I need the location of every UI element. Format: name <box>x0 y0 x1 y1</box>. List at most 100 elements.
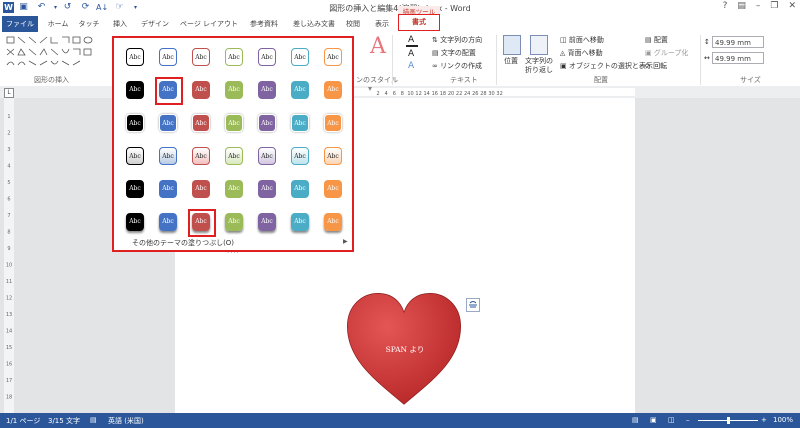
read-mode-icon[interactable]: ▤ <box>632 416 639 424</box>
zoom-level[interactable]: 100% <box>773 416 793 424</box>
tab-mailings[interactable]: 差し込み文書 <box>286 16 342 32</box>
ruler-tick-label: 14 <box>424 91 430 97</box>
style-swatch[interactable]: Abc <box>225 48 243 66</box>
ribbon-display-icon[interactable]: ▤ <box>737 1 746 11</box>
style-swatch[interactable]: Abc <box>225 180 243 198</box>
style-swatch[interactable]: Abc <box>258 114 276 132</box>
style-swatch[interactable]: Abc <box>192 48 210 66</box>
tab-design[interactable]: デザイン <box>136 16 174 32</box>
text-effects-icon[interactable]: A <box>408 61 414 71</box>
style-swatch[interactable]: Abc <box>192 81 210 99</box>
text-direction-button[interactable]: ⇅ 文字列の方向 <box>432 35 482 45</box>
style-swatch[interactable]: Abc <box>159 114 177 132</box>
text-outline-icon[interactable]: A <box>408 49 414 59</box>
bring-forward-label: 前面へ移動 <box>568 36 604 44</box>
group-button[interactable]: ▣ グループ化 <box>645 48 688 58</box>
style-swatch[interactable]: Abc <box>225 114 243 132</box>
style-swatch[interactable]: Abc <box>159 48 177 66</box>
style-swatch[interactable]: Abc <box>159 180 177 198</box>
style-swatch[interactable]: Abc <box>192 180 210 198</box>
tab-touch[interactable]: タッチ <box>74 16 104 32</box>
tab-insert[interactable]: 挿入 <box>106 16 134 32</box>
style-swatch[interactable]: Abc <box>159 213 177 231</box>
tab-review[interactable]: 校閲 <box>340 16 366 32</box>
style-swatch[interactable]: Abc <box>258 81 276 99</box>
print-layout-icon[interactable]: ▣ <box>650 416 657 424</box>
style-swatch[interactable]: Abc <box>291 180 309 198</box>
layout-options-icon[interactable] <box>466 298 480 312</box>
style-swatch[interactable]: Abc <box>192 147 210 165</box>
wrap-text-icon[interactable] <box>530 35 548 55</box>
tab-references[interactable]: 参考資料 <box>244 16 284 32</box>
tab-format[interactable]: 書式 <box>398 14 440 31</box>
style-swatch[interactable]: Abc <box>258 147 276 165</box>
resize-grip-icon[interactable]: .... <box>227 247 240 255</box>
style-swatch[interactable]: Abc <box>324 48 342 66</box>
zoom-slider-thumb[interactable] <box>727 417 730 424</box>
tab-home[interactable]: ホーム <box>40 16 76 32</box>
style-swatch[interactable]: Abc <box>258 213 276 231</box>
style-swatch[interactable]: Abc <box>324 213 342 231</box>
ribbon-separator <box>496 35 497 85</box>
style-swatch[interactable]: Abc <box>291 213 309 231</box>
close-icon[interactable]: ✕ <box>788 1 796 11</box>
wrap-text-button-2[interactable]: 折り返し <box>525 65 553 75</box>
rotate-button[interactable]: ⟳ 回転 <box>645 61 667 71</box>
style-swatch[interactable]: Abc <box>126 48 144 66</box>
style-swatch[interactable]: Abc <box>291 81 309 99</box>
more-theme-fills-item[interactable]: その他のテーマの塗りつぶし(O) <box>132 238 234 248</box>
style-swatch[interactable]: Abc <box>126 180 144 198</box>
style-swatch[interactable]: Abc <box>225 147 243 165</box>
layout-options-glyph <box>469 301 477 308</box>
tab-file[interactable]: ファイル <box>2 16 38 32</box>
bring-forward-button[interactable]: ◫ 前面へ移動 <box>560 35 604 45</box>
style-swatch[interactable]: Abc <box>126 114 144 132</box>
vruler-tick-label: 14 <box>6 329 12 335</box>
style-swatch[interactable]: Abc <box>192 114 210 132</box>
create-link-button[interactable]: ∞ リンクの作成 <box>432 61 482 71</box>
width-field[interactable]: 49.99 mm <box>712 52 764 64</box>
style-swatch[interactable]: Abc <box>324 114 342 132</box>
style-swatch[interactable]: Abc <box>258 48 276 66</box>
style-swatch[interactable]: Abc <box>159 147 177 165</box>
style-swatch[interactable]: Abc <box>324 147 342 165</box>
text-fill-icon[interactable]: A <box>408 35 414 45</box>
vruler-tick-label: 15 <box>6 345 12 351</box>
page-count[interactable]: 1/1 ページ <box>6 416 40 426</box>
style-swatch[interactable]: Abc <box>324 81 342 99</box>
tab-view[interactable]: 表示 <box>368 16 396 32</box>
position-button[interactable]: 位置 <box>504 56 518 66</box>
shapes-palette[interactable] <box>4 35 104 73</box>
shape-style-gallery[interactable]: Abc Abc Abc Abc Abc Abc Abc Abc Abc Abc Abc Abc Abc A… <box>112 36 354 255</box>
help-icon[interactable]: ? <box>723 1 728 11</box>
minimize-icon[interactable]: – <box>756 1 761 11</box>
vruler-tick-label: 8 <box>7 230 10 236</box>
style-swatch[interactable]: Abc <box>291 48 309 66</box>
zoom-in-icon[interactable]: + <box>761 416 767 424</box>
style-swatch[interactable]: Abc <box>126 147 144 165</box>
style-swatch[interactable]: Abc <box>291 147 309 165</box>
text-group-label: テキスト <box>450 76 478 84</box>
tab-page-layout[interactable]: ページ レイアウト <box>176 16 242 32</box>
web-layout-icon[interactable]: ◫ <box>668 416 675 424</box>
proofing-icon[interactable]: ▤ <box>90 416 97 424</box>
wordart-style-preview[interactable]: A <box>370 34 386 59</box>
style-swatch[interactable]: Abc <box>258 180 276 198</box>
word-count[interactable]: 3/15 文字 <box>48 416 80 426</box>
style-swatch[interactable]: Abc <box>225 81 243 99</box>
style-swatch[interactable]: Abc <box>324 180 342 198</box>
align-button[interactable]: ▤ 配置 <box>645 35 668 45</box>
zoom-out-icon[interactable]: – <box>686 416 690 424</box>
selection-pane-button[interactable]: ▣ オブジェクトの選択と表示 <box>560 61 653 71</box>
send-backward-button[interactable]: ◬ 背面へ移動 <box>560 48 603 58</box>
style-swatch[interactable]: Abc <box>126 213 144 231</box>
language-indicator[interactable]: 英語 (米国) <box>108 416 144 426</box>
position-icon[interactable] <box>503 35 521 55</box>
ruler-tick-label: 12 <box>415 91 421 97</box>
text-align-button[interactable]: ▤ 文字の配置 <box>432 48 476 58</box>
style-swatch[interactable]: Abc <box>225 213 243 231</box>
style-swatch[interactable]: Abc <box>126 81 144 99</box>
height-field[interactable]: 49.99 mm <box>712 36 764 48</box>
style-swatch[interactable]: Abc <box>291 114 309 132</box>
restore-icon[interactable]: ❐ <box>770 1 778 11</box>
